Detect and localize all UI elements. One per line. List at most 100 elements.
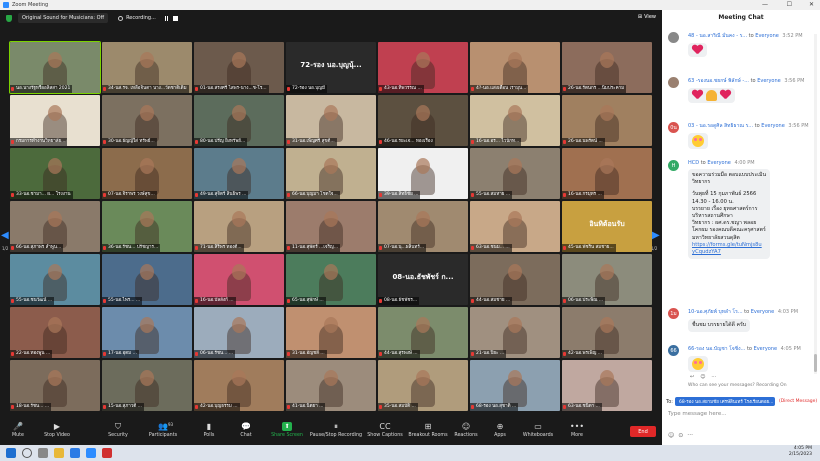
app-taskbar-icon[interactable] (102, 448, 112, 458)
toolbar-show-captions-button[interactable]: CC Show Captions (367, 422, 403, 438)
participant-video-tile[interactable]: 49-นอ.สุจิตร์ สินธิพร ... (194, 148, 284, 199)
task-view-icon[interactable] (38, 448, 48, 458)
participant-video-tile[interactable]: 55-นอ.สมหาย ... (470, 148, 560, 199)
form-link[interactable]: https://forms.gle/tuNmjs8u (692, 242, 766, 249)
end-meeting-button[interactable]: End (630, 426, 656, 437)
participant-video-tile[interactable]: 26-นอ.รัตนกร ...นิ่มประคาม (562, 42, 652, 93)
recipient-dropdown[interactable]: 68-รอง นอ.สยามชัย เศรษ์สินเทร์ โรงเรียนต… (674, 397, 775, 406)
participant-video-tile[interactable]: 68-รอง นอ.สุชาติ ... (470, 360, 560, 411)
search-icon[interactable] (22, 448, 32, 458)
toolbar-pause-stop-recording-button[interactable]: ⏸ Pause/Stop Recording (310, 422, 362, 439)
view-button[interactable]: ⊞ View (638, 14, 656, 20)
participant-video-tile[interactable]: อินทิต้อนรับ 45-นอ.พัชริน สมชาย... (562, 201, 652, 252)
participant-name-label: 11-นอ.สุพัดร์ ...เจริญ... (286, 244, 341, 252)
chat-scrollbar[interactable] (814, 34, 817, 374)
participant-video-tile[interactable]: 31-นอ.อัญชลี ... (286, 307, 376, 358)
system-clock[interactable]: 4:05 PM 2/15/2023 (789, 446, 812, 458)
participant-video-tile[interactable]: 17-นอ.อุดม ... (102, 307, 192, 358)
participant-video-tile[interactable]: 71-นอ.สิริพร ทองดี... (194, 201, 284, 252)
participant-video-tile[interactable]: 26-นอ.นพรัตน์ ... (562, 95, 652, 146)
toolbar-stop-video-button[interactable]: ▶ Stop Video (44, 422, 70, 438)
participant-video-tile[interactable]: 63-นอ.ชนม... ... (470, 201, 560, 252)
screenshot-icon[interactable]: ⊙ (678, 432, 683, 439)
emoji-reaction-icon[interactable]: ☺ (700, 374, 705, 380)
toolbar-share-screen-button[interactable]: ⬆ Share Screen (271, 422, 303, 438)
close-icon[interactable]: ✕ (809, 1, 814, 8)
participant-video-tile[interactable]: 55-นอ.ชนวัฒน์ ... (10, 254, 100, 305)
emoji-picker-icon[interactable]: ☺ (668, 432, 674, 439)
participant-video-tile[interactable]: 16-นอ.กรมุทร ... (562, 148, 652, 199)
participant-video-tile[interactable]: 16-นอ.บัลลังก์ ... (194, 254, 284, 305)
participant-video-tile[interactable]: 39-นอ.สิทธิชัย ... (378, 148, 468, 199)
meeting-toolbar: End 🎤 Mute ▶ Stop Video ⛉ Security 👥 93 Particip… (0, 418, 662, 445)
more-options-icon[interactable]: ··· (711, 374, 716, 380)
zoom-taskbar-icon[interactable] (86, 448, 96, 458)
encryption-shield-icon[interactable] (6, 14, 12, 22)
stop-recording-icon[interactable] (172, 15, 178, 21)
toolbar-breakout-rooms-button[interactable]: ⊞ Breakout Rooms (408, 422, 447, 438)
file-explorer-icon[interactable] (54, 448, 64, 458)
chat-more-icon[interactable]: ··· (687, 432, 693, 439)
participant-video-tile[interactable]: 08-นอ.ธัชพัชร์ ก... 08-นอ.ธัชพัชร... (378, 254, 468, 305)
participant-video-tile[interactable]: 4?-นอ.แสงเดือน เรามุน... (470, 42, 560, 93)
next-page-arrow-icon[interactable]: ▶ (652, 230, 660, 244)
participant-video-tile[interactable]: 11-นอ.สุพัดร์ ...เจริญ... (286, 201, 376, 252)
participant-video-tile[interactable]: 34-นส.รจ. เหลือจินดา นาง...วัดชาติเดิม (102, 42, 192, 93)
participant-video-tile[interactable]: 72-รอง นอ.บุญนุ้... 72-รอง นอ.บุญมี (286, 42, 376, 93)
toolbar-whiteboards-button[interactable]: ▭ Whiteboards (523, 422, 553, 438)
participant-video-tile[interactable]: 01-นอ.สรงศรี ไสพร-นาง...ช-โร... (194, 42, 284, 93)
start-menu-icon[interactable] (6, 448, 16, 458)
participant-video-tile[interactable]: 42-นอ.พรเพ็ญ ... (562, 307, 652, 358)
participant-video-tile[interactable]: 22-นอ.ทองพูน ... (10, 307, 100, 358)
participant-video-tile[interactable]: นอ.นางรัฐหรืออลิสสา 2021 (9, 41, 101, 94)
edge-browser-icon[interactable] (70, 448, 80, 458)
participant-video-tile[interactable]: 63-นอ.ชนิดา ... (562, 360, 652, 411)
chat-message-list[interactable]: 48 - นอ.สาริณี มั่นคง - ร... to Everyone… (662, 32, 812, 374)
participant-video-tile[interactable]: 65-นอ.สุพักษ์ ... (286, 254, 376, 305)
participant-video-tile[interactable]: 18-นอ.รัชน... ... (10, 360, 100, 411)
participant-video-tile[interactable]: 31-นอ.เพ็ญศรี สุขดี... (286, 95, 376, 146)
toolbar-polls-button[interactable]: ▮ Polls (197, 422, 221, 438)
participant-video-tile[interactable]: 41-นอ.นิตยา ... (286, 360, 376, 411)
chat-message-input[interactable]: Type message here... (668, 411, 727, 417)
participant-video-tile[interactable]: 44-นอ.สมชาย ... (470, 254, 560, 305)
participant-video-tile[interactable]: 35-นอ.สมบัติ ... (378, 360, 468, 411)
participant-video-tile[interactable]: 44-นอ.สุรพงษ์ ... (378, 307, 468, 358)
participant-head (600, 264, 614, 280)
participant-video-tile[interactable]: 07-นอ.จิราพร วงษ์สุข... (102, 148, 192, 199)
maximize-icon[interactable]: ☐ (787, 1, 792, 8)
participant-video-tile[interactable]: 66-นอ.บุญมา โชตใจ... (286, 148, 376, 199)
original-sound-toggle[interactable]: Original Sound for Musicians: Off (18, 13, 109, 23)
participant-video-tile[interactable]: 21-นอ.ปิยะ ... (470, 307, 560, 358)
participant-video-tile[interactable]: 80-นอ.ปรีญ ยิ่งทรัพย์... (194, 95, 284, 146)
toolbar-apps-button[interactable]: ⊕ Apps (488, 422, 512, 438)
reply-icon[interactable]: ↩ (690, 374, 694, 380)
chat-scroll-thumb[interactable] (814, 354, 817, 372)
participant-video-tile[interactable]: 46-นอ.รยะเจ... ทองเรือง (378, 95, 468, 146)
participant-video-tile[interactable]: 55-นอ.ไพร... ... (102, 254, 192, 305)
participant-video-tile[interactable]: 42-นอ.บุญธรรม ... (194, 360, 284, 411)
participant-video-tile[interactable]: กรมการทำงานวิทยาลัย... (10, 95, 100, 146)
participant-video-tile[interactable]: 36-นอ.รัชน... ปรัชญาร... (102, 201, 192, 252)
participant-video-tile[interactable]: 43-นอ.ทิพวรรณ ... (378, 42, 468, 93)
participant-video-tile[interactable]: 07-นอ.นุ...ผลินทร์... (378, 201, 468, 252)
toolbar-reactions-button[interactable]: ☺ Reactions (454, 422, 478, 438)
pause-recording-icon[interactable] (164, 15, 168, 21)
previous-page-arrow-icon[interactable]: ◀ (1, 230, 9, 244)
toolbar-participants-button[interactable]: 👥 93 Participants (149, 422, 177, 438)
who-can-see-link[interactable]: Who can see your messages? Recording On (688, 383, 787, 388)
participant-name-label: กรมการทำงานวิทยาลัย... (10, 138, 68, 146)
participant-video-tile[interactable]: 15-นอ.สุภาวดี ... (102, 360, 192, 411)
toolbar-more-button[interactable]: ••• More (565, 422, 589, 438)
toolbar-mute-button[interactable]: 🎤 Mute (6, 422, 30, 438)
participant-video-tile[interactable]: 66-นอ.สุภาพร ลำพูน... (10, 201, 100, 252)
toolbar-security-button[interactable]: ⛉ Security (106, 422, 130, 439)
toolbar-chat-button[interactable]: 💬 Chat (234, 422, 258, 438)
minimize-icon[interactable]: — (762, 1, 768, 8)
participant-video-tile[interactable]: 06-นอ.รัชน... ... (194, 307, 284, 358)
participant-video-tile[interactable]: 30-นอ.ธัญญ์ใส่ ทรัพย์... (102, 95, 192, 146)
participant-video-tile[interactable]: 16-นอ.อร... ไวนักท... (470, 95, 560, 146)
participant-video-tile[interactable]: 06-นอ.ประพิณ ... (562, 254, 652, 305)
participant-video-tile[interactable]: 33-นอ.ชามา... ผ... โรงงาน (10, 148, 100, 199)
form-link[interactable]: yCqudzYA7 (692, 249, 766, 256)
